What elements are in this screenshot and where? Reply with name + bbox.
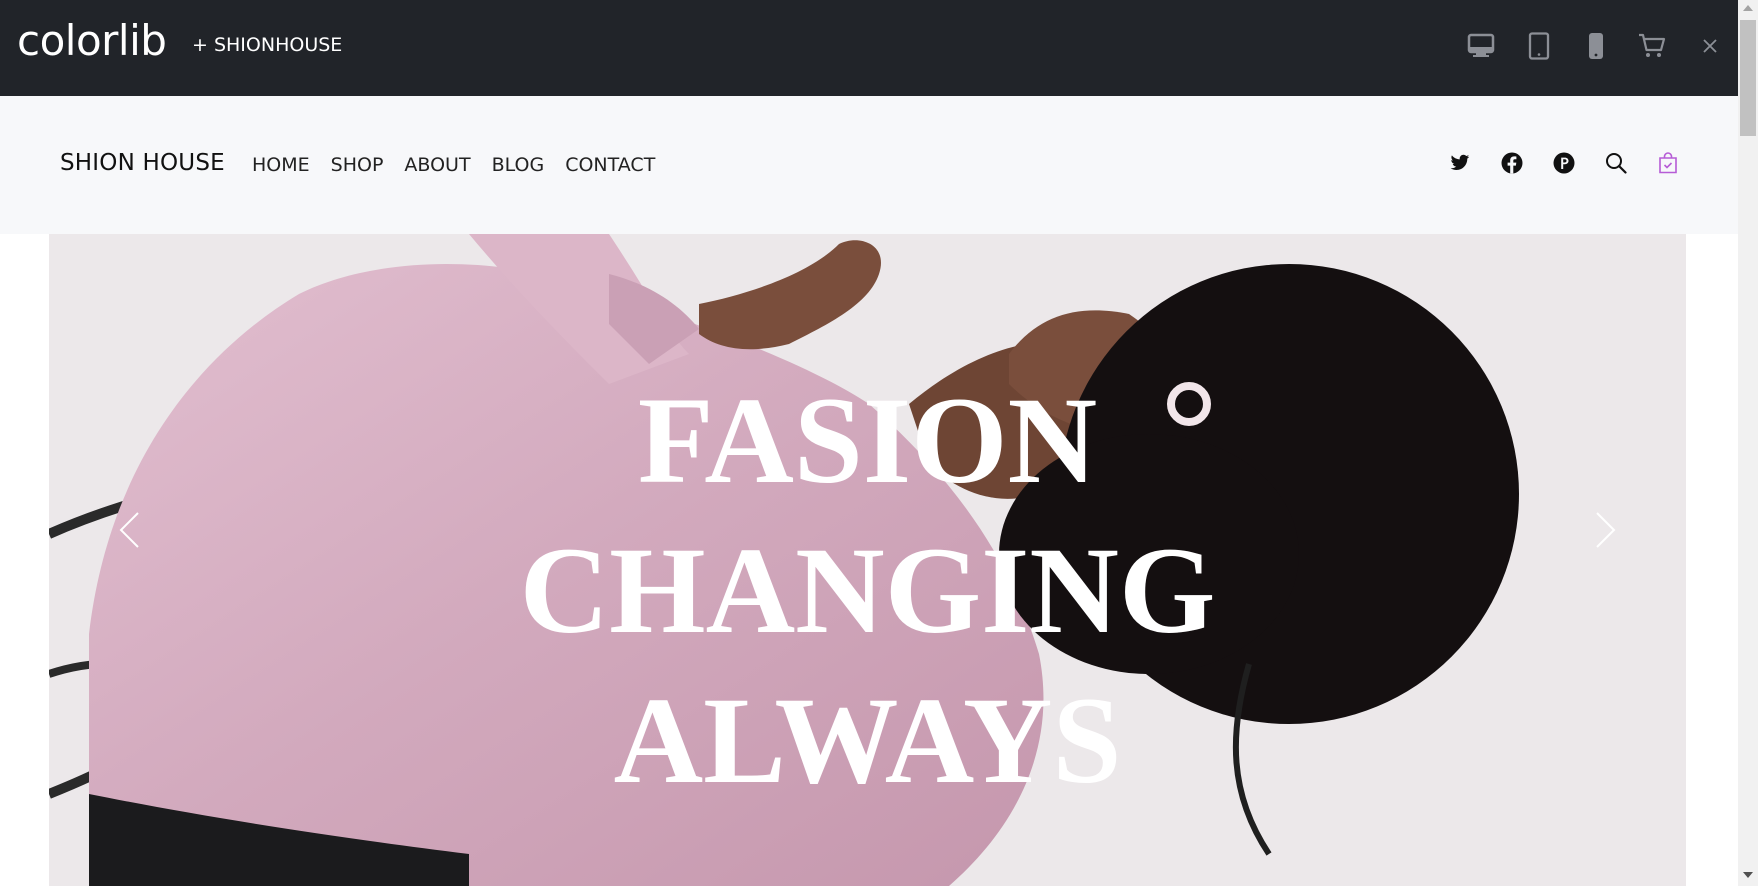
nav-item-contact[interactable]: CONTACT [565, 156, 655, 175]
cart-icon [1638, 33, 1666, 64]
shopping-bag-button[interactable] [1651, 148, 1685, 182]
hero-title-line: ALWAYS [613, 672, 1122, 809]
pinterest-link[interactable] [1547, 148, 1581, 182]
site-header: SHION HOUSE HOME SHOP ABOUT BLOG CONTACT [0, 96, 1738, 234]
shopping-bag-icon [1658, 151, 1678, 179]
tablet-icon [1528, 31, 1550, 65]
nav-item-shop[interactable]: SHOP [331, 156, 384, 175]
hero-slider: FASION CHANGING ALWAYS [49, 234, 1686, 886]
nav-item-about[interactable]: ABOUT [404, 156, 470, 175]
scroll-thumb[interactable] [1740, 20, 1756, 136]
mobile-icon [1587, 32, 1605, 65]
nav-item-blog[interactable]: BLOG [492, 156, 545, 175]
scroll-up-arrow[interactable] [1743, 5, 1753, 11]
search-button[interactable] [1599, 148, 1633, 182]
close-icon [1703, 38, 1717, 58]
main-nav: HOME SHOP ABOUT BLOG CONTACT [252, 156, 655, 175]
desktop-view-button[interactable] [1463, 30, 1499, 66]
twitter-link[interactable] [1443, 148, 1477, 182]
mobile-view-button[interactable] [1578, 30, 1614, 66]
search-icon [1605, 152, 1627, 179]
close-button[interactable] [1694, 30, 1726, 66]
product-link[interactable]: + SHIONHOUSE [192, 36, 342, 55]
tablet-view-button[interactable] [1521, 30, 1557, 66]
hero-title: FASION CHANGING ALWAYS [49, 366, 1686, 816]
cart-button[interactable] [1634, 30, 1670, 66]
nav-item-home[interactable]: HOME [252, 156, 310, 175]
hero-title-line: CHANGING [519, 522, 1216, 659]
facebook-link[interactable] [1495, 148, 1529, 182]
pinterest-icon [1553, 152, 1575, 179]
site-logo[interactable]: SHION HOUSE [60, 152, 225, 175]
desktop-icon [1467, 32, 1495, 65]
colorlib-logo[interactable]: colorlib [17, 20, 167, 62]
preview-topbar: colorlib + SHIONHOUSE [0, 0, 1738, 96]
twitter-icon [1450, 154, 1470, 177]
hero-title-line: FASION [637, 372, 1098, 509]
scroll-down-arrow[interactable] [1743, 872, 1753, 878]
facebook-icon [1501, 152, 1523, 179]
page-scrollbar[interactable] [1738, 0, 1758, 886]
